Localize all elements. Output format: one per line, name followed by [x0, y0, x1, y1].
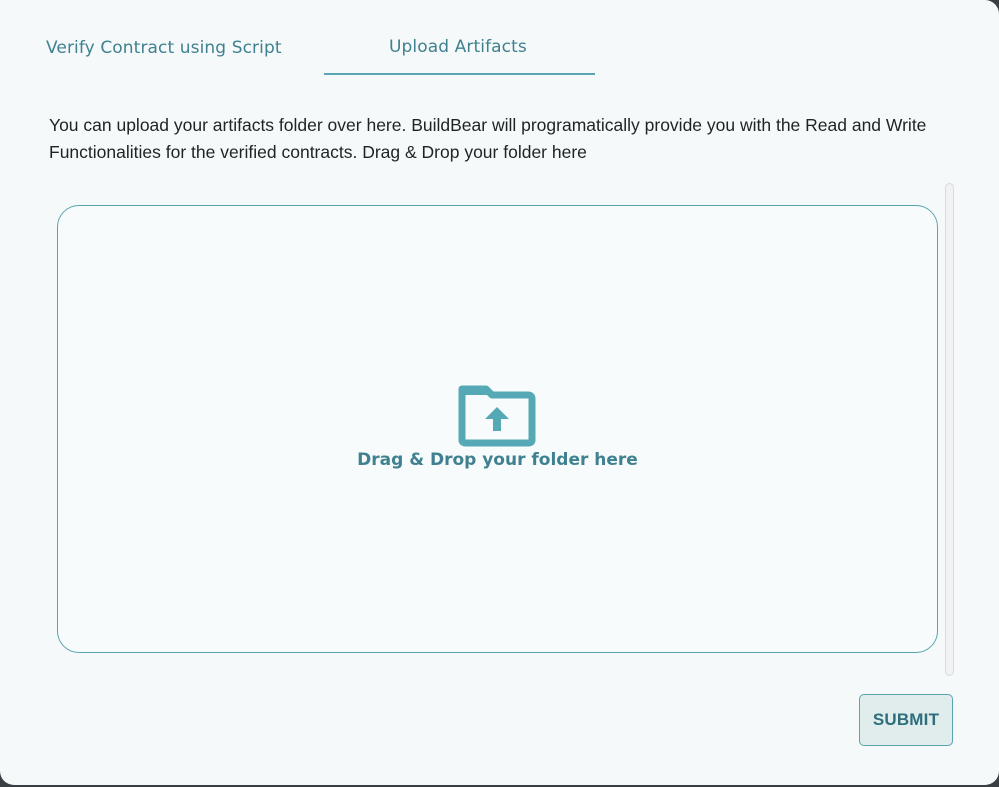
scrollbar-thumb[interactable] [946, 184, 953, 675]
folder-upload-icon [458, 385, 536, 447]
upload-description: You can upload your artifacts folder ove… [49, 115, 927, 162]
submit-button[interactable]: SUBMIT [859, 694, 953, 746]
tab-verify-contract-script[interactable]: Verify Contract using Script [46, 38, 282, 68]
dropzone-label: Drag & Drop your folder here [357, 450, 638, 470]
active-tab-indicator [324, 73, 595, 75]
upload-artifacts-dialog: Verify Contract using Script Upload Arti… [0, 0, 999, 785]
tab-upload-artifacts[interactable]: Upload Artifacts [389, 37, 527, 67]
